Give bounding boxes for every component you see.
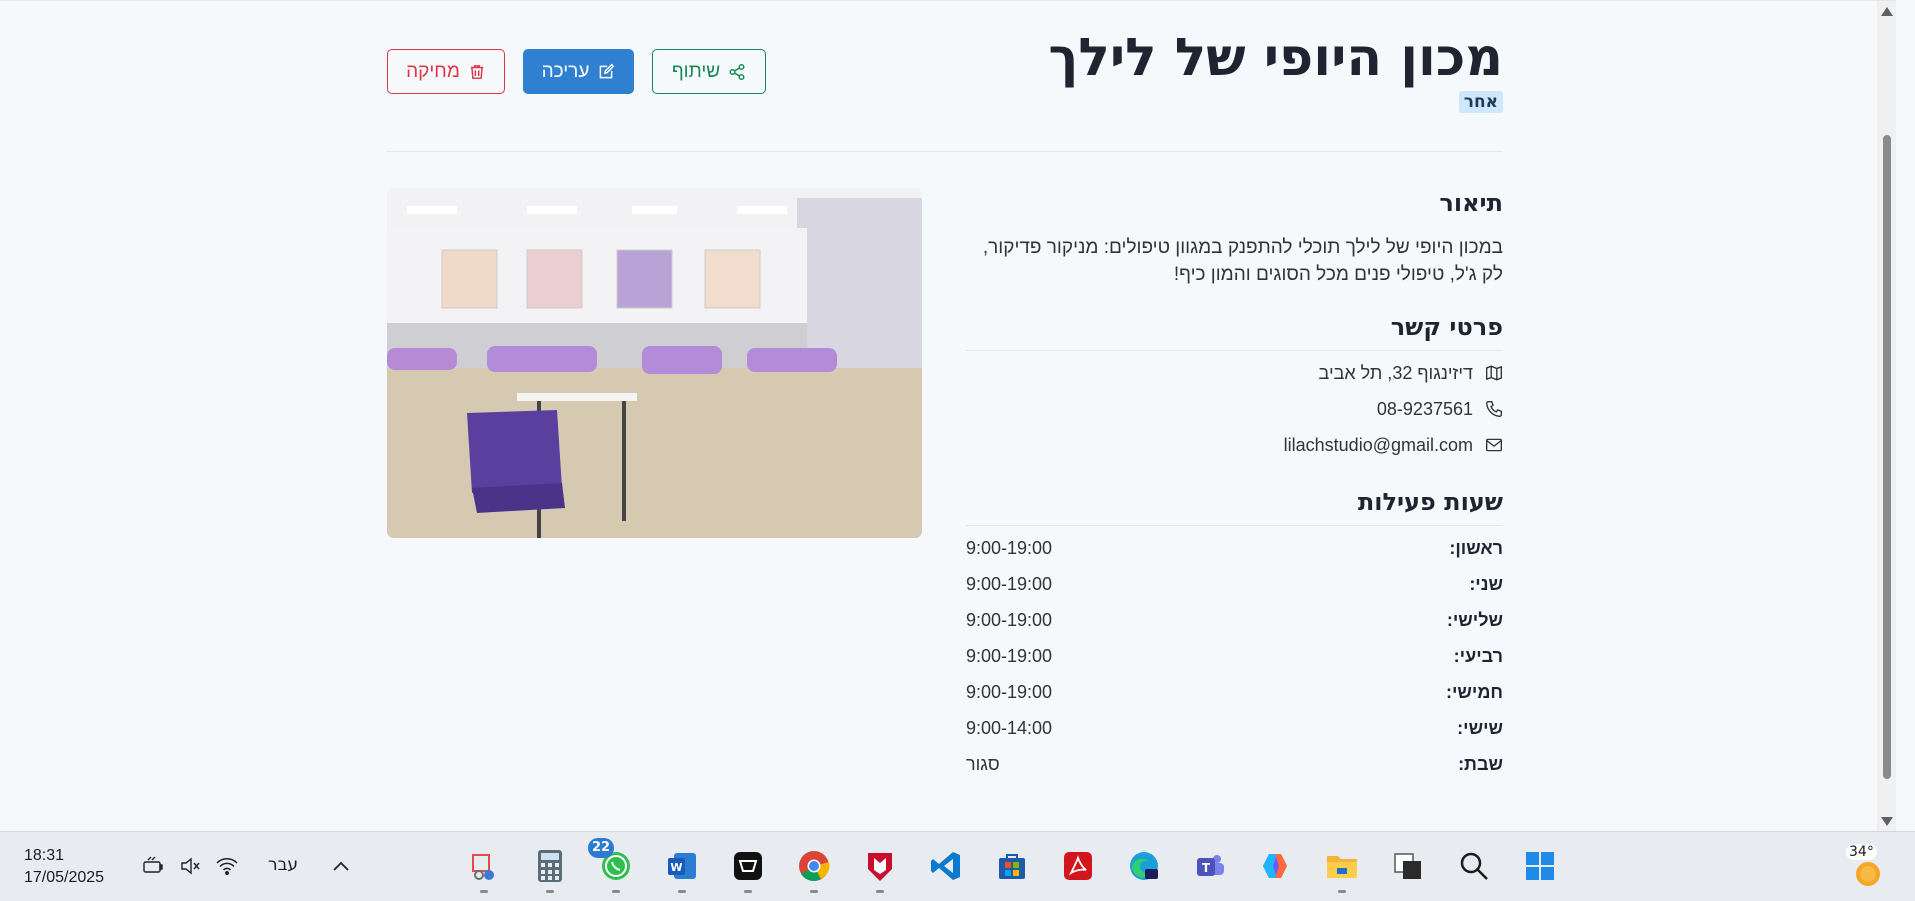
edge-icon[interactable]: [1122, 844, 1166, 888]
running-indicator: [810, 890, 818, 893]
edit-label: עריכה: [541, 60, 590, 82]
svg-text:T: T: [1202, 861, 1211, 875]
share-label: שיתוף: [671, 60, 721, 82]
chrome-icon[interactable]: [792, 844, 836, 893]
delete-label: מחיקה: [406, 60, 460, 82]
page-content: מכון היופי של לילך אחר מחיקה עריכה שיתוף: [0, 0, 1896, 832]
scroll-down-arrow[interactable]: [1881, 817, 1893, 826]
svg-text:W: W: [670, 861, 682, 874]
edit-button[interactable]: עריכה: [523, 49, 634, 94]
running-indicator: [744, 890, 752, 893]
contact-section: פרטי קשר דיזינגוף 32, תל אביב 08-9237561…: [966, 312, 1503, 463]
hours-heading: שעות פעילות: [966, 487, 1503, 526]
share-icon: [729, 63, 745, 80]
envelope-icon: [1486, 438, 1502, 452]
vertical-scrollbar[interactable]: [1877, 1, 1896, 832]
calculator-icon[interactable]: [528, 844, 572, 893]
hours-day: ראשון:: [1449, 537, 1503, 558]
hours-row: שלישי: 9:00-19:00: [966, 602, 1503, 638]
address-text: דיזינגוף 32, תל אביב: [1318, 362, 1473, 383]
microsoft-store-icon[interactable]: [990, 844, 1034, 888]
page-title: מכון היופי של לילך: [1048, 28, 1503, 88]
contact-address: דיזינגוף 32, תל אביב: [966, 355, 1503, 391]
whatsapp-badge: 22: [588, 838, 614, 858]
category-badge: אחר: [1458, 91, 1503, 113]
hours-row: ראשון: 9:00-19:00: [966, 530, 1503, 566]
running-indicator: [1338, 890, 1346, 893]
phone-text[interactable]: 08-9237561: [1377, 399, 1473, 420]
hours-day: שבת:: [1458, 753, 1503, 774]
hours-day: שלישי:: [1446, 609, 1503, 630]
clock-date: 17/05/2025: [24, 869, 105, 886]
hours-time: סגור: [966, 753, 1000, 774]
running-indicator: [612, 890, 620, 893]
clock-time: 18:31: [24, 847, 65, 864]
hours-time: 9:00-19:00: [966, 681, 1053, 702]
business-photo: [387, 188, 922, 538]
hours-day: רביעי:: [1453, 645, 1503, 666]
running-indicator: [678, 890, 686, 893]
hours-time: 9:00-19:00: [966, 609, 1053, 630]
hours-time: 9:00-19:00: [966, 645, 1053, 666]
contact-email: lilachstudio@gmail.com: [966, 427, 1503, 463]
start-icon[interactable]: [1518, 844, 1562, 888]
edit-icon: [600, 63, 615, 78]
hours-row: רביעי: 9:00-19:00: [966, 638, 1503, 674]
mcafee-icon[interactable]: [858, 844, 902, 893]
hours-time: 9:00-19:00: [966, 537, 1053, 558]
battery-icon[interactable]: [139, 852, 167, 880]
hours-row: שישי: 9:00-14:00: [966, 710, 1503, 746]
weather-temperature: 34°: [1846, 844, 1877, 860]
hours-row: שבת: סגור: [966, 746, 1503, 782]
running-indicator: [546, 890, 554, 893]
trash-icon: [470, 64, 484, 79]
header-divider: [387, 151, 1503, 152]
contact-heading: פרטי קשר: [966, 312, 1503, 351]
snipping-tool-icon[interactable]: [462, 844, 506, 893]
capcut-icon[interactable]: [726, 844, 770, 893]
copilot-icon[interactable]: [1254, 844, 1298, 888]
action-buttons: מחיקה עריכה שיתוף: [387, 49, 766, 94]
map-icon: [1486, 365, 1502, 381]
running-indicator: [480, 890, 488, 893]
hours-day: חמישי:: [1445, 681, 1503, 702]
business-detail: מכון היופי של לילך אחר מחיקה עריכה שיתוף: [387, 1, 1503, 832]
delete-button[interactable]: מחיקה: [387, 49, 505, 94]
system-clock[interactable]: 18:31 17/05/2025: [24, 845, 104, 889]
teams-icon[interactable]: T: [1188, 844, 1232, 888]
email-text[interactable]: lilachstudio@gmail.com: [1284, 435, 1473, 456]
hours-time: 9:00-14:00: [966, 717, 1053, 738]
input-language[interactable]: עבר: [268, 855, 298, 875]
acrobat-icon[interactable]: [1056, 844, 1100, 888]
contact-phone: 08-9237561: [966, 391, 1503, 427]
file-explorer-icon[interactable]: [1320, 844, 1364, 893]
scroll-thumb[interactable]: [1883, 135, 1891, 779]
scroll-up-arrow[interactable]: [1881, 7, 1893, 16]
word-icon[interactable]: W: [660, 844, 704, 893]
task-view-icon[interactable]: [1386, 844, 1430, 888]
description-heading: תיאור: [1439, 189, 1503, 217]
hours-table: ראשון: 9:00-19:00 שני: 9:00-19:00 שלישי: 9:…: [966, 530, 1503, 782]
volume-muted-icon[interactable]: [176, 852, 204, 880]
running-indicator: [876, 890, 884, 893]
hours-time: 9:00-19:00: [966, 573, 1053, 594]
description-text: במכון היופי של לילך תוכלי להתפנק במגוון …: [982, 237, 1503, 285]
phone-icon: [1486, 401, 1502, 417]
hours-day: שני:: [1469, 573, 1503, 594]
wifi-icon[interactable]: [213, 852, 241, 880]
search-icon[interactable]: [1452, 844, 1496, 888]
windows-taskbar: 18:31 17/05/2025 עבר 22 W T 34°: [0, 831, 1915, 901]
hours-row: שני: 9:00-19:00: [966, 566, 1503, 602]
details-column: תיאור במכון היופי של לילך תוכלי להתפנק ב…: [966, 188, 1503, 782]
chevron-up-icon[interactable]: [327, 852, 355, 880]
share-button[interactable]: שיתוף: [652, 49, 766, 94]
hours-section: שעות פעילות ראשון: 9:00-19:00 שני: 9:00-19…: [966, 487, 1503, 782]
hours-day: שישי:: [1457, 717, 1503, 738]
hours-row: חמישי: 9:00-19:00: [966, 674, 1503, 710]
vscode-icon[interactable]: [924, 844, 968, 888]
